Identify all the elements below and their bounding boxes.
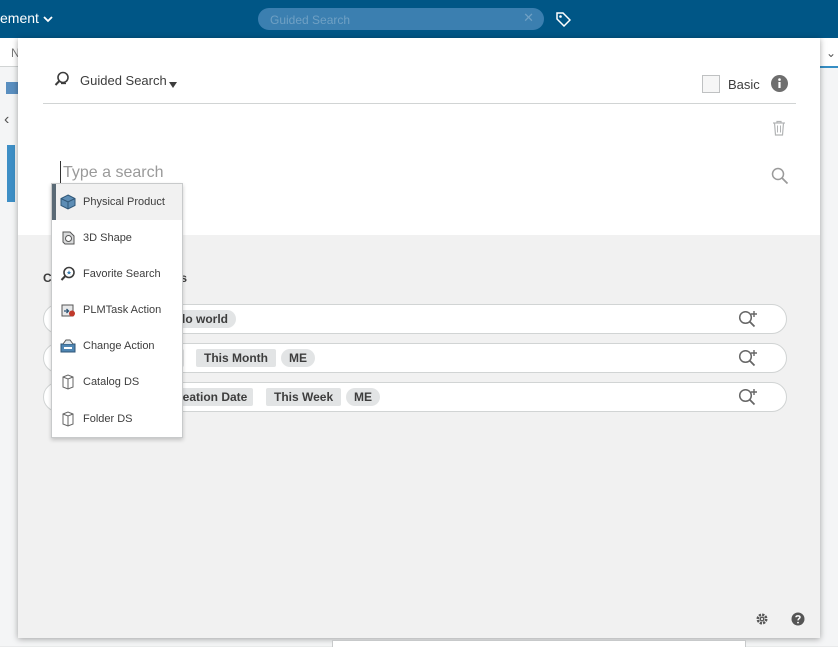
search-chip: ME bbox=[281, 349, 315, 367]
dropdown-item-3d-shape[interactable]: 3D Shape bbox=[52, 220, 182, 256]
top-bar: ement ✕ bbox=[0, 0, 838, 38]
app-title-menu[interactable]: ement bbox=[0, 10, 53, 26]
chevron-down-icon bbox=[43, 15, 53, 26]
search-chip: This Month bbox=[196, 349, 276, 367]
tag-icon[interactable] bbox=[555, 11, 572, 32]
dropdown-item-physical-product[interactable]: Physical Product bbox=[52, 184, 182, 220]
dropdown-item-label: Favorite Search bbox=[83, 268, 161, 280]
search-chip: This Week bbox=[266, 388, 342, 406]
basic-checkbox[interactable] bbox=[702, 75, 720, 93]
folder-ds-icon bbox=[62, 411, 74, 427]
active-tab-indicator bbox=[818, 66, 838, 68]
info-icon[interactable] bbox=[771, 75, 788, 97]
dropdown-item-label: Catalog DS bbox=[83, 376, 140, 388]
trash-icon[interactable] bbox=[772, 120, 786, 141]
add-search-icon[interactable] bbox=[738, 349, 758, 372]
dropdown-item-plmtask-action[interactable]: PLMTask Action bbox=[52, 292, 182, 328]
chevron-left-icon[interactable]: ‹ bbox=[4, 111, 9, 129]
dropdown-item-label: Folder DS bbox=[83, 413, 133, 425]
side-bar-accent bbox=[7, 145, 15, 202]
basic-label: Basic bbox=[728, 77, 760, 92]
search-icon[interactable] bbox=[771, 167, 789, 190]
search-input[interactable] bbox=[60, 161, 725, 185]
catalog-ds-icon bbox=[62, 374, 74, 390]
dropdown-item-label: Physical Product bbox=[83, 196, 165, 208]
caret-down-icon[interactable] bbox=[168, 76, 178, 94]
search-mode-label[interactable]: Guided Search bbox=[80, 73, 167, 88]
top-search-field[interactable]: ✕ bbox=[258, 8, 544, 30]
dropdown-item-folder-ds[interactable]: Folder DS bbox=[52, 401, 182, 437]
dropdown-item-favorite-search[interactable]: Favorite Search bbox=[52, 256, 182, 292]
app-title: ement bbox=[0, 10, 39, 26]
dropdown-item-label: PLMTask Action bbox=[83, 304, 162, 316]
dropdown-item-change-action[interactable]: Change Action bbox=[52, 328, 182, 364]
add-search-icon[interactable] bbox=[738, 388, 758, 411]
header-divider bbox=[43, 103, 796, 104]
gear-icon[interactable] bbox=[755, 612, 769, 631]
3d-shape-icon bbox=[62, 231, 75, 245]
dropdown-item-label: Change Action bbox=[83, 340, 155, 352]
plmtask-action-icon bbox=[61, 304, 75, 317]
object-type-dropdown: Physical Product 3D Shape Favorite Searc… bbox=[51, 183, 183, 438]
app-icon bbox=[6, 82, 18, 94]
chevron-down-icon[interactable]: ⌄ bbox=[826, 46, 836, 60]
top-search-input[interactable] bbox=[268, 11, 512, 29]
dropdown-item-catalog-ds[interactable]: Catalog DS bbox=[52, 364, 182, 400]
guided-search-icon bbox=[54, 71, 70, 92]
favorite-search-icon bbox=[60, 266, 75, 281]
clear-icon[interactable]: ✕ bbox=[523, 10, 534, 26]
help-icon[interactable] bbox=[791, 612, 805, 631]
dropdown-item-label: 3D Shape bbox=[83, 232, 132, 244]
physical-product-icon bbox=[60, 194, 76, 210]
change-action-icon bbox=[60, 339, 76, 353]
add-search-icon[interactable] bbox=[738, 310, 758, 333]
search-chip: ME bbox=[346, 388, 380, 406]
search-chip: reation Date bbox=[172, 388, 254, 406]
